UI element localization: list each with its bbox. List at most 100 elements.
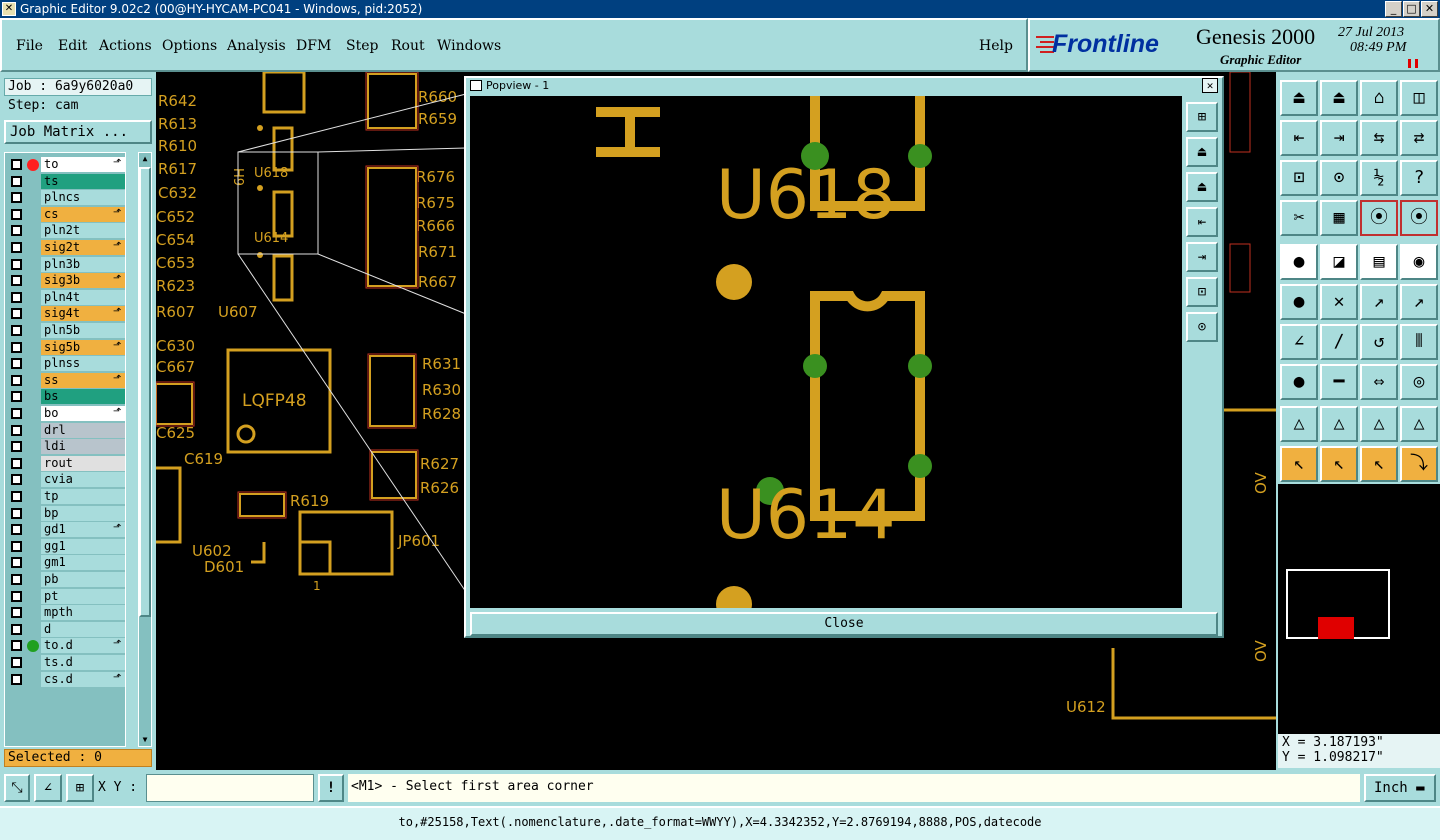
- layer-name[interactable]: mpth: [41, 605, 125, 621]
- layer-row-d[interactable]: d: [7, 621, 125, 637]
- layer-row-bs[interactable]: bs: [7, 389, 125, 405]
- layer-name[interactable]: plnss: [41, 356, 125, 372]
- tool-button-10-icon[interactable]: ⊙: [1320, 160, 1358, 196]
- layer-row-sig2t[interactable]: sig2t ⬏: [7, 240, 125, 255]
- layer-name[interactable]: pln5b: [41, 323, 125, 338]
- menu-actions[interactable]: Actions: [99, 38, 152, 54]
- layer-checkbox[interactable]: [11, 391, 22, 403]
- popview-tool-7-icon[interactable]: ⊙: [1186, 312, 1218, 342]
- snap-icon[interactable]: ⊞: [66, 774, 94, 802]
- tool-button-40-icon[interactable]: ⤵: [1400, 446, 1438, 482]
- menu-edit[interactable]: Edit: [58, 38, 87, 54]
- layer-checkbox[interactable]: [11, 441, 22, 453]
- layer-checkbox[interactable]: [11, 291, 22, 303]
- tool-button-26-icon[interactable]: ∕: [1320, 324, 1358, 360]
- layer-name[interactable]: pt: [41, 588, 125, 604]
- layer-name[interactable]: plncs: [41, 190, 125, 206]
- popview-tool-5-icon[interactable]: ⇥: [1186, 242, 1218, 272]
- layer-checkbox[interactable]: [11, 208, 22, 220]
- layer-checkbox[interactable]: [11, 673, 22, 685]
- layer-row-ts-d[interactable]: ts.d: [7, 655, 125, 670]
- layer-row-cvia[interactable]: cvia: [7, 472, 125, 488]
- layer-checkbox[interactable]: [11, 341, 22, 353]
- layer-row-to[interactable]: to ⬏: [7, 157, 125, 172]
- layer-row-pln2t[interactable]: pln2t: [7, 223, 125, 239]
- layer-row-pln4t[interactable]: pln4t: [7, 289, 125, 305]
- menu-windows[interactable]: Windows: [437, 38, 501, 54]
- layer-checkbox[interactable]: [11, 657, 22, 668]
- app-icon[interactable]: ✕: [2, 2, 16, 16]
- job-matrix-button[interactable]: Job Matrix ...: [4, 120, 152, 144]
- popview-tool-6-icon[interactable]: ⊡: [1186, 277, 1218, 307]
- tool-button-30-icon[interactable]: ━: [1320, 364, 1358, 400]
- layer-name[interactable]: ldi: [41, 439, 125, 455]
- tool-button-18-icon[interactable]: ◪: [1320, 244, 1358, 280]
- layer-checkbox[interactable]: [11, 540, 22, 552]
- layer-name[interactable]: pb: [41, 572, 125, 587]
- overview-viewport[interactable]: [1318, 617, 1354, 639]
- layer-checkbox[interactable]: [11, 325, 22, 336]
- layer-name[interactable]: bs: [41, 389, 125, 405]
- layer-name[interactable]: drl: [41, 422, 125, 438]
- layer-name[interactable]: rout: [41, 455, 125, 471]
- scroll-thumb[interactable]: [139, 167, 151, 617]
- layer-row-bo[interactable]: bo ⬏: [7, 406, 125, 421]
- tool-button-21-icon[interactable]: ●: [1280, 284, 1318, 320]
- alert-icon[interactable]: !: [318, 774, 344, 802]
- menu-file[interactable]: File: [16, 38, 43, 54]
- maximize-button[interactable]: □: [1403, 1, 1420, 17]
- layer-row-plnss[interactable]: plnss: [7, 356, 125, 372]
- tool-button-29-icon[interactable]: ●: [1280, 364, 1318, 400]
- layer-row-gm1[interactable]: gm1: [7, 555, 125, 571]
- tool-button-37-icon[interactable]: ↖: [1280, 446, 1318, 482]
- tool-button-2-icon[interactable]: ⏏: [1320, 80, 1358, 116]
- tool-button-7-icon[interactable]: ⇆: [1360, 120, 1398, 156]
- layer-row-tp[interactable]: tp: [7, 489, 125, 504]
- tool-button-27-icon[interactable]: ↺: [1360, 324, 1398, 360]
- layer-checkbox[interactable]: [11, 557, 22, 569]
- tool-button-22-icon[interactable]: ✕: [1320, 284, 1358, 320]
- layer-row-bp[interactable]: bp: [7, 505, 125, 521]
- tool-button-15-icon[interactable]: ⦿: [1360, 200, 1398, 236]
- layer-name[interactable]: tp: [41, 489, 125, 504]
- layer-checkbox[interactable]: [11, 590, 22, 602]
- layer-checkbox[interactable]: [11, 457, 22, 469]
- layer-row-sig3b[interactable]: sig3b ⬏: [7, 273, 125, 289]
- layer-name[interactable]: ts: [41, 173, 125, 189]
- tool-button-14-icon[interactable]: ▦: [1320, 200, 1358, 236]
- layer-name[interactable]: cvia: [41, 472, 125, 488]
- tool-button-16-icon[interactable]: ⦿: [1400, 200, 1438, 236]
- tool-button-17-icon[interactable]: ●: [1280, 244, 1318, 280]
- layer-checkbox[interactable]: [11, 374, 22, 386]
- tool-button-34-icon[interactable]: △: [1320, 406, 1358, 442]
- layer-checkbox[interactable]: [11, 242, 22, 253]
- measure-icon[interactable]: ∠: [34, 774, 62, 802]
- popview-titlebar[interactable]: Popview - 1 ✕: [466, 78, 1222, 94]
- layer-name[interactable]: gm1: [41, 555, 125, 571]
- layer-row-pb[interactable]: pb: [7, 572, 125, 587]
- tool-button-35-icon[interactable]: △: [1360, 406, 1398, 442]
- layer-name[interactable]: bp: [41, 505, 125, 521]
- tool-button-8-icon[interactable]: ⇄: [1400, 120, 1438, 156]
- tool-button-3-icon[interactable]: ⌂: [1360, 80, 1398, 116]
- layer-row-sig4t[interactable]: sig4t ⬏: [7, 306, 125, 322]
- layer-checkbox[interactable]: [11, 358, 22, 370]
- layer-checkbox[interactable]: [11, 275, 22, 287]
- menu-help[interactable]: Help: [979, 38, 1013, 54]
- layer-checkbox[interactable]: [11, 175, 22, 187]
- tool-button-24-icon[interactable]: ↗: [1400, 284, 1438, 320]
- layer-name[interactable]: gg1: [41, 538, 125, 554]
- layer-row-rout[interactable]: rout: [7, 455, 125, 471]
- minimize-button[interactable]: _: [1385, 1, 1402, 17]
- layer-checkbox[interactable]: [11, 507, 22, 519]
- layer-row-ts[interactable]: ts: [7, 173, 125, 189]
- zoom-area-icon[interactable]: ⤡: [4, 774, 30, 802]
- layer-row-sig5b[interactable]: sig5b ⬏: [7, 339, 125, 355]
- tool-button-13-icon[interactable]: ✂: [1280, 200, 1318, 236]
- popview-close-icon[interactable]: ✕: [1202, 78, 1218, 93]
- scroll-up-icon[interactable]: ▲: [140, 154, 150, 164]
- layer-name[interactable]: d: [41, 621, 125, 637]
- layer-name[interactable]: ts.d: [41, 655, 125, 670]
- tool-button-38-icon[interactable]: ↖: [1320, 446, 1358, 482]
- tool-button-12-icon[interactable]: ?: [1400, 160, 1438, 196]
